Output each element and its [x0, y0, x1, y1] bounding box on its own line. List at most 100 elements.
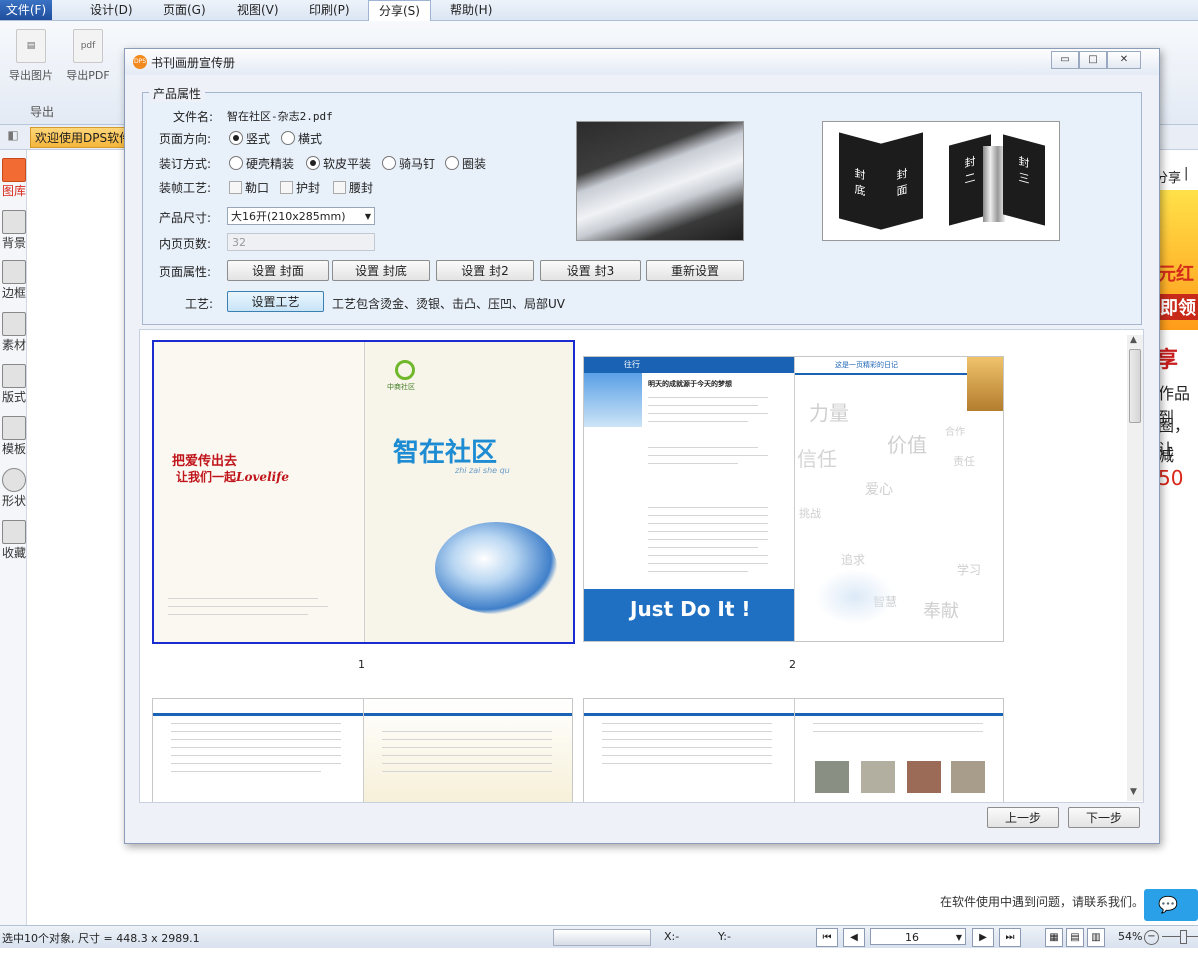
promo-banner[interactable]: 元红 即领 [1156, 190, 1198, 330]
set-cover2-button[interactable]: 设置 封2 [436, 260, 534, 281]
reset-button[interactable]: 重新设置 [646, 260, 744, 281]
spread-number: 1 [358, 658, 365, 671]
maximize-button[interactable]: □ [1079, 51, 1107, 69]
craft-flap[interactable]: 勒口 [229, 179, 269, 196]
text-line [171, 771, 321, 772]
sidebar-item-layout[interactable]: 版式 [0, 364, 28, 405]
page-header-bar [795, 699, 1003, 716]
text-line [171, 739, 341, 740]
prev-step-button[interactable]: 上一步 [987, 807, 1059, 828]
sidebar-item-gallery[interactable]: 图库 [0, 158, 28, 199]
process-note: 工艺包含烫金、烫银、击凸、压凹、局部UV [332, 297, 565, 311]
sidebar-item-template[interactable]: 模板 [0, 416, 28, 457]
spread-2[interactable]: 往行 明天的成就源于今天的梦想 Just Do It ! 这是一页精彩的日记 力… [583, 356, 1004, 642]
text-line [648, 571, 748, 572]
status-scroll-slider[interactable] [553, 929, 651, 946]
menu-page[interactable]: 页面(G) [153, 0, 216, 20]
sidebar-item-shape[interactable]: 形状 [0, 468, 28, 509]
text-line [648, 463, 738, 464]
zoom-slider-thumb[interactable] [1180, 930, 1187, 944]
text-line [602, 747, 772, 748]
orientation-landscape[interactable]: 横式 [281, 130, 322, 147]
scroll-up-icon[interactable]: ▲ [1130, 335, 1137, 345]
text-line [382, 739, 552, 740]
zoom-fit-icon[interactable]: ▦ [1045, 928, 1063, 947]
set-front-cover-button[interactable]: 设置 封面 [227, 260, 329, 281]
text-line [648, 555, 768, 556]
chat-button[interactable]: 💬 在 [1144, 889, 1198, 946]
help-contact-text: 在软件使用中遇到问题，请联系我们。 [940, 895, 1145, 909]
minimize-button[interactable]: ▭ [1051, 51, 1079, 69]
last-page-button[interactable]: ⏭ [999, 928, 1021, 947]
dialog-titlebar[interactable]: DPS 书刊画册宣传册 ▭ □ ✕ [125, 49, 1159, 75]
logo-text: 中商社区 [387, 383, 415, 391]
page-preview-area[interactable]: 把爱传出去 让我们一起Lovelife 中商社区 智在社区 zhi zai sh… [139, 329, 1144, 803]
zoom-out-icon[interactable]: − [1144, 930, 1159, 945]
binding-hardcover[interactable]: 硬壳精装 [229, 155, 294, 172]
selection-info: 选中10个对象, 尺寸 = 448.3 x 2989.1 [2, 932, 200, 945]
text-line [648, 421, 748, 422]
export-image-button[interactable]: ▤ 导出图片 [4, 29, 58, 83]
sidebar-item-favorites[interactable]: 收藏 [0, 520, 28, 561]
menu-help[interactable]: 帮助(H) [440, 0, 502, 20]
craft-belly-band[interactable]: 腰封 [333, 179, 373, 196]
sidebar-item-label: 背景 [1, 236, 26, 250]
pages-label: 内页页数: [159, 237, 212, 251]
sidebar-item-material[interactable]: 素材 [0, 312, 28, 353]
page-header-bar [584, 357, 794, 373]
sidebar-item-border[interactable]: 边框 [0, 260, 28, 301]
text-line [648, 413, 768, 414]
set-process-button[interactable]: 设置工艺 [227, 291, 324, 312]
binding-coil[interactable]: 圈装 [445, 155, 486, 172]
menu-print[interactable]: 印刷(P) [299, 0, 360, 20]
text-line [171, 731, 341, 732]
close-button[interactable]: ✕ [1107, 51, 1141, 69]
banner-text: Just Do It ! [630, 597, 751, 621]
size-select[interactable]: 大16开(210x285mm) ▼ [227, 207, 375, 225]
next-page-button[interactable]: ▶ [972, 928, 994, 947]
sidebar-toggle-icon[interactable]: ◧ [2, 128, 24, 146]
spread-4[interactable] [583, 698, 1004, 802]
scrollbar-thumb[interactable] [1129, 349, 1141, 423]
prev-page-button[interactable]: ◀ [843, 928, 865, 947]
page-select[interactable]: 16 ▼ [870, 928, 966, 945]
spread-3[interactable] [152, 698, 573, 802]
binding-softcover[interactable]: 软皮平装 [306, 155, 371, 172]
scroll-down-icon[interactable]: ▼ [1130, 787, 1137, 797]
menu-share[interactable]: 分享(S) [368, 0, 431, 22]
set-back-cover-button[interactable]: 设置 封底 [332, 260, 430, 281]
craft-jacket[interactable]: 护封 [280, 179, 320, 196]
export-pdf-button[interactable]: pdf 导出PDF [61, 29, 115, 83]
first-page-button[interactable]: ⏮ [816, 928, 838, 947]
y-coordinate: Y:- [718, 930, 731, 943]
option-label: 圈装 [462, 157, 487, 171]
orientation-portrait[interactable]: 竖式 [229, 130, 270, 147]
binding-saddle-stitch[interactable]: 骑马钉 [382, 155, 435, 172]
document-tab[interactable]: 欢迎使用DPS软件 [30, 127, 125, 148]
next-step-button[interactable]: 下一步 [1068, 807, 1140, 828]
checkbox [333, 181, 346, 194]
back-cover-page: 把爱传出去 让我们一起Lovelife [154, 342, 365, 642]
view-grid-icon[interactable]: ▥ [1087, 928, 1105, 947]
preview-scrollbar[interactable]: ▲ ▼ [1127, 335, 1143, 801]
text-line [648, 405, 758, 406]
menu-view[interactable]: 视图(V) [227, 0, 289, 20]
cloud-image [815, 569, 895, 625]
radio [229, 156, 243, 170]
spread-1[interactable]: 把爱传出去 让我们一起Lovelife 中商社区 智在社区 zhi zai sh… [152, 340, 575, 644]
menu-file[interactable]: 文件(F) [0, 0, 52, 20]
export-pdf-label: 导出PDF [66, 69, 110, 82]
radio [445, 156, 459, 170]
text-line [168, 598, 318, 599]
front-cover-page: 中商社区 智在社区 zhi zai she qu [365, 342, 573, 642]
radio-selected [306, 156, 320, 170]
text-line [648, 523, 768, 524]
set-cover3-button[interactable]: 设置 封3 [540, 260, 641, 281]
sidebar-item-label: 形状 [1, 494, 26, 508]
sidebar-item-background[interactable]: 背景 [0, 210, 28, 251]
promo-line-3-num: 50 [1158, 466, 1184, 490]
view-mode-icon[interactable]: ▤ [1066, 928, 1084, 947]
text-line [602, 755, 772, 756]
pages-input[interactable]: 32 [227, 233, 375, 251]
menu-design[interactable]: 设计(D) [80, 0, 143, 20]
